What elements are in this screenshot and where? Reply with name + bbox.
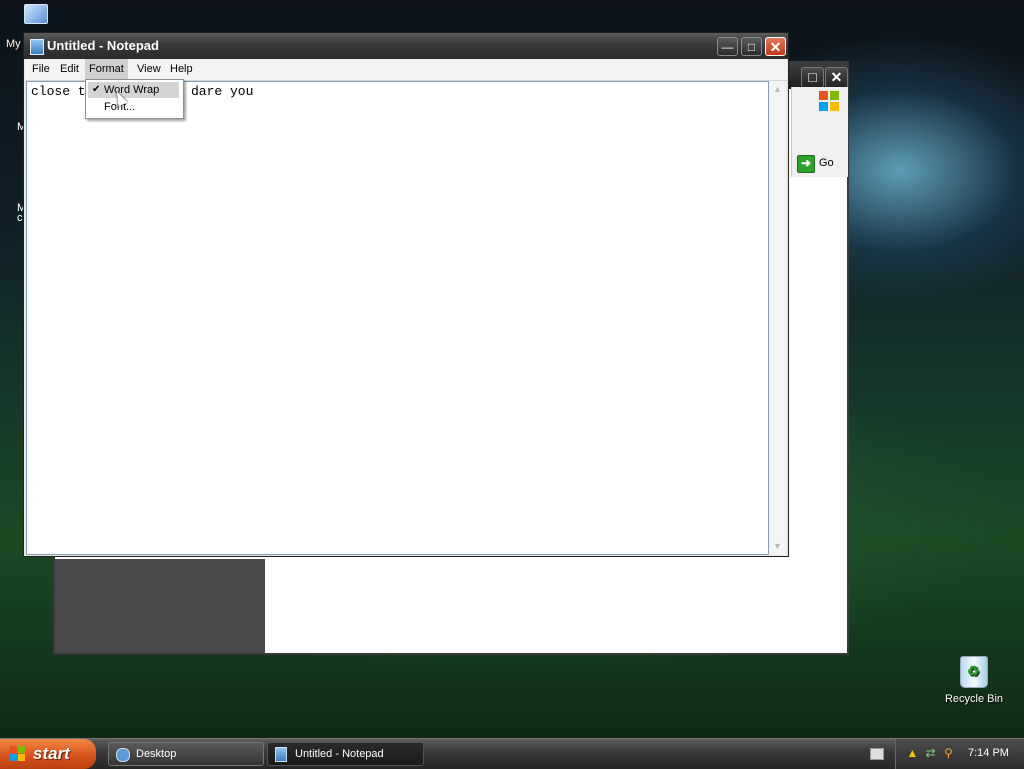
- taskbar-item-label: Desktop: [136, 748, 177, 760]
- close-button[interactable]: ✕: [825, 67, 848, 88]
- keyboard-icon[interactable]: [870, 748, 884, 760]
- system-tray: ▲ ⇄ ⚲ 7:14 PM: [895, 739, 1024, 769]
- go-label: Go: [819, 157, 834, 169]
- word-wrap-label: Word Wrap: [104, 84, 160, 96]
- recycle-bin-label: Recycle Bin: [944, 693, 1004, 705]
- go-button[interactable]: ➜ Go: [795, 154, 845, 174]
- maximize-button[interactable]: □: [741, 37, 762, 56]
- start-label: start: [33, 744, 70, 763]
- menu-item-font[interactable]: Font...: [88, 99, 179, 115]
- vertical-scrollbar[interactable]: ▲ ▼: [769, 81, 786, 555]
- recycle-bin-icon: ♻: [960, 656, 988, 688]
- menu-bar: File Edit Format View Help: [25, 59, 787, 81]
- ie-icon: [116, 748, 130, 762]
- search-icon[interactable]: ⚲: [942, 746, 955, 760]
- windows-flag-icon: [10, 746, 26, 762]
- notepad-title-bar[interactable]: Untitled - Notepad — □ ✕: [24, 33, 788, 59]
- notepad-icon[interactable]: [30, 39, 44, 55]
- window-title: Untitled - Notepad: [47, 38, 159, 53]
- menu-edit[interactable]: Edit: [60, 63, 79, 75]
- menu-help[interactable]: Help: [170, 63, 193, 75]
- minimize-button[interactable]: —: [717, 37, 738, 56]
- taskbar-item-desktop[interactable]: Desktop: [108, 742, 264, 766]
- my-computer-label: My: [6, 38, 21, 50]
- go-arrow-icon: ➜: [797, 155, 815, 173]
- monitor-icon: [24, 4, 48, 24]
- scroll-down-arrow-icon[interactable]: ▼: [769, 538, 786, 555]
- checkmark-icon: ✔: [92, 84, 101, 95]
- menu-view[interactable]: View: [137, 63, 161, 75]
- editor-text-end: dare you: [191, 84, 254, 99]
- scroll-up-arrow-icon[interactable]: ▲: [769, 81, 786, 98]
- maximize-button[interactable]: □: [801, 67, 824, 88]
- taskbar-item-notepad[interactable]: Untitled - Notepad: [267, 742, 424, 766]
- start-button[interactable]: start: [0, 739, 96, 769]
- my-computer-icon[interactable]: My: [6, 2, 60, 50]
- network-icon[interactable]: ⇄: [924, 746, 937, 760]
- menu-file[interactable]: File: [32, 63, 50, 75]
- text-editor-area[interactable]: close t dare you: [26, 81, 769, 555]
- browser-side-panel: [55, 559, 265, 653]
- menu-format[interactable]: Format: [85, 59, 128, 80]
- taskbar-item-label: Untitled - Notepad: [295, 748, 384, 760]
- menu-item-word-wrap[interactable]: ✔ Word Wrap: [88, 82, 179, 98]
- notepad-icon: [275, 747, 287, 762]
- close-button[interactable]: ✕: [765, 37, 786, 56]
- windows-logo-icon: [819, 91, 841, 113]
- taskbar: start Desktop Untitled - Notepad ▲ ⇄ ⚲ 7…: [0, 738, 1024, 769]
- security-shield-icon[interactable]: ▲: [906, 746, 919, 760]
- editor-text-start: close t: [31, 84, 86, 99]
- format-menu-dropdown: ✔ Word Wrap Font...: [85, 79, 184, 119]
- recycle-bin[interactable]: ♻ Recycle Bin: [944, 656, 1004, 705]
- clock[interactable]: 7:14 PM: [968, 747, 1009, 759]
